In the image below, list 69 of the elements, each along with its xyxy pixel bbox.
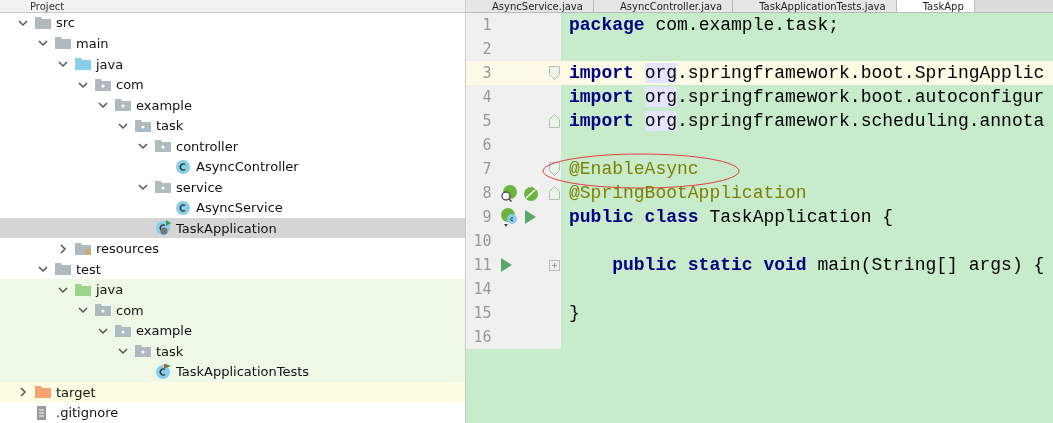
- folder-icon: [74, 240, 92, 257]
- package-icon: [94, 302, 112, 319]
- tree-item[interactable]: java: [0, 53, 465, 75]
- spring-class-icon[interactable]: [499, 207, 520, 227]
- spring-class-icon: [154, 220, 172, 237]
- line-number: 14: [472, 280, 492, 298]
- run-icon[interactable]: [523, 210, 536, 224]
- package-icon: [114, 322, 132, 339]
- package-icon: [94, 76, 112, 93]
- tree-item[interactable]: example: [0, 320, 465, 341]
- package-icon: [134, 343, 152, 360]
- line-number: 7: [481, 160, 492, 178]
- tree-item[interactable]: example: [0, 94, 465, 116]
- tree-item[interactable]: TaskApplicationTests: [0, 361, 465, 382]
- tree-item[interactable]: service: [0, 176, 465, 198]
- test-class-icon: [154, 363, 172, 380]
- tree-item[interactable]: test: [0, 258, 465, 280]
- tree-item[interactable]: task: [0, 340, 465, 362]
- line-number: 5: [481, 112, 492, 130]
- line-number: 10: [472, 232, 492, 250]
- tree-item[interactable]: com: [0, 299, 465, 321]
- line-number: 2: [481, 40, 492, 58]
- line-number: 8: [481, 184, 492, 202]
- line-number: 16: [472, 328, 492, 346]
- tree-item[interactable]: controller: [0, 135, 465, 157]
- tree-item[interactable]: target: [0, 382, 465, 403]
- code-line: }: [569, 303, 580, 323]
- editor-tab[interactable]: AsyncController.java: [593, 0, 734, 12]
- class-icon: [174, 158, 192, 175]
- tree-item[interactable]: main: [0, 33, 465, 54]
- tree-item[interactable]: com: [0, 74, 465, 95]
- line-number: 9: [481, 208, 492, 226]
- code-line: @EnableAsync: [569, 159, 699, 179]
- tree-item[interactable]: src: [0, 12, 465, 34]
- code-line: package com.example.task;: [569, 15, 840, 35]
- code-line: public class TaskApplication {: [569, 207, 894, 227]
- code-line: import org.springframework.scheduling.annota: [569, 111, 1045, 131]
- editor-tab[interactable]: TaskApplicationTests.java: [733, 0, 897, 12]
- tree-item[interactable]: .gitignore: [0, 402, 465, 423]
- code-line: import org.springframework.boot.SpringApplic: [569, 63, 1045, 83]
- code-line: @SpringBootApplication: [569, 183, 807, 203]
- run-icon[interactable]: [499, 258, 512, 272]
- line-number: 3: [481, 64, 492, 82]
- package-icon: [134, 117, 152, 134]
- class-icon: [174, 199, 192, 216]
- line-number: 6: [481, 136, 492, 154]
- package-icon: [154, 138, 172, 155]
- tree-item[interactable]: TaskApplication: [0, 217, 465, 239]
- folder-icon: [74, 56, 92, 72]
- folder-icon: [34, 384, 52, 401]
- tree-item[interactable]: AsyncController: [0, 156, 465, 177]
- tree-item[interactable]: java: [0, 279, 465, 300]
- line-number: 4: [481, 88, 492, 106]
- tree-item[interactable]: AsyncService: [0, 197, 465, 218]
- line-number: 1: [481, 16, 492, 34]
- code-line: public static void main(String[] args) {: [611, 255, 1045, 275]
- tree-item[interactable]: task: [0, 115, 465, 136]
- folder-icon: [54, 35, 72, 52]
- package-icon: [114, 97, 132, 114]
- tree-item[interactable]: resources: [0, 238, 465, 259]
- fold-icon[interactable]: [548, 162, 560, 176]
- line-number: 11: [472, 256, 492, 274]
- package-icon: [154, 179, 172, 196]
- editor-tab[interactable]: AsyncService.java: [466, 0, 594, 12]
- line-number: 15: [472, 304, 492, 322]
- panel-title: Project: [30, 0, 65, 12]
- bean-search-icon[interactable]: [499, 184, 518, 202]
- editor-tab[interactable]: TaskApp: [896, 0, 975, 12]
- code-line: import org.springframework.boot.autoconfigur: [569, 87, 1045, 107]
